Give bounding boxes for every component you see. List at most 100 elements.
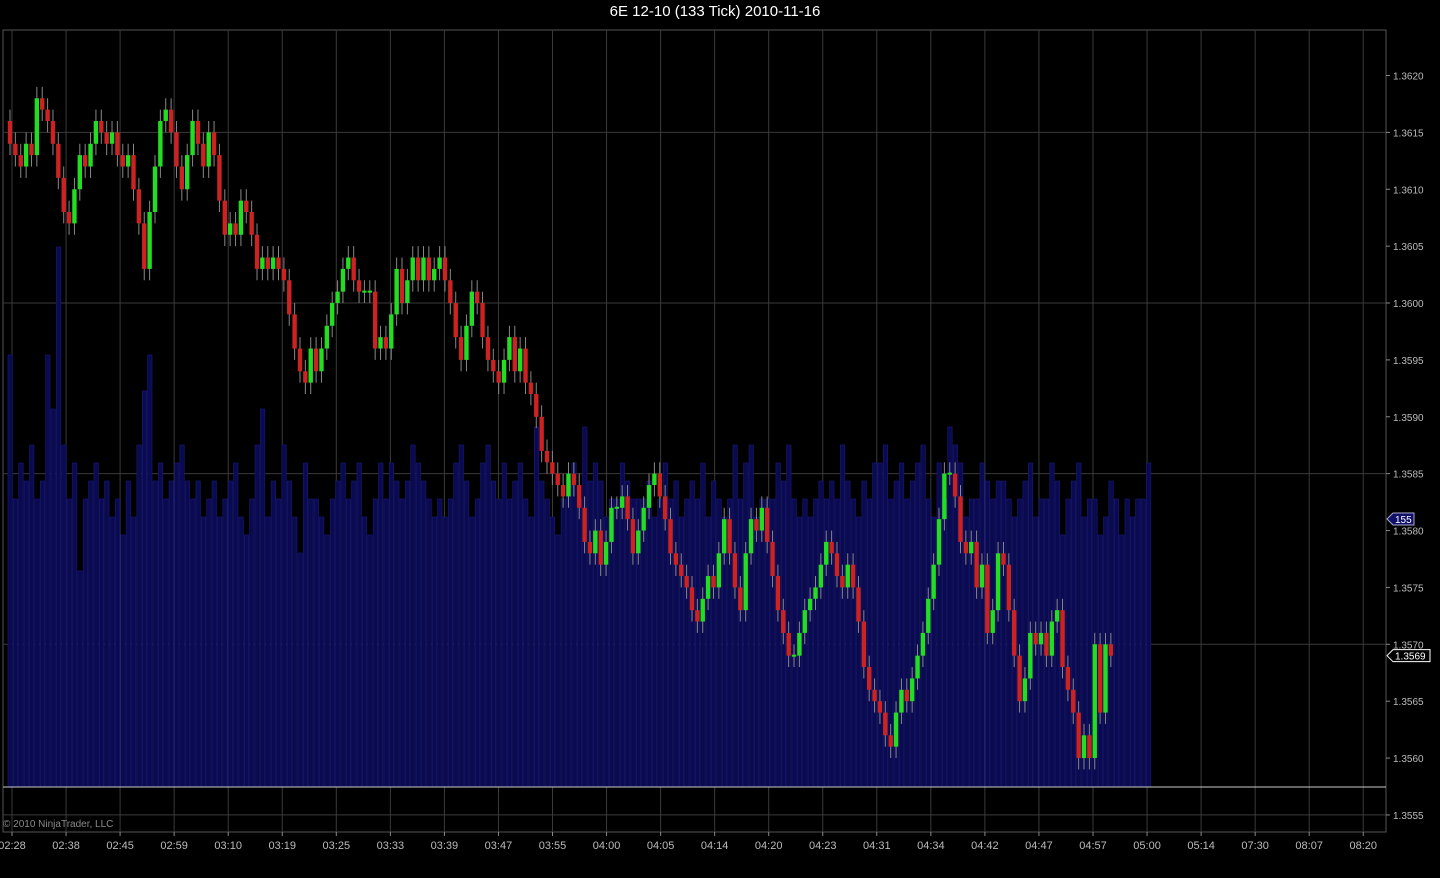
- candle-up: [77, 155, 83, 190]
- candle-up: [716, 553, 722, 588]
- volume-bar: [786, 444, 792, 788]
- volume-bar: [501, 462, 507, 788]
- volume-bar: [614, 498, 620, 788]
- volume-bar: [23, 480, 29, 788]
- candle-down: [281, 268, 287, 281]
- candle-down: [711, 576, 716, 588]
- volume-bar: [684, 498, 690, 788]
- candle-down: [131, 155, 136, 190]
- volume-bar: [866, 498, 872, 788]
- volume-bar: [72, 462, 78, 788]
- candle-down: [18, 155, 23, 167]
- volume-bar: [292, 516, 298, 788]
- x-tick-label: 02:45: [106, 840, 134, 852]
- candle-up: [109, 132, 115, 144]
- candle-up: [915, 655, 920, 679]
- volume-bar: [410, 444, 416, 788]
- candle-up: [319, 348, 324, 372]
- candle-down: [974, 541, 979, 588]
- y-tick-label: 1.3590: [1393, 413, 1424, 424]
- volume-bar: [195, 480, 201, 788]
- candle-up: [797, 632, 802, 656]
- volume-bar: [1119, 534, 1125, 788]
- candle-down: [45, 109, 50, 122]
- volume-bar: [453, 462, 459, 788]
- candle-down: [840, 576, 845, 588]
- candle-up: [931, 564, 936, 599]
- candle-up: [163, 109, 168, 122]
- candle-down: [211, 132, 217, 156]
- volume-bar: [217, 516, 223, 788]
- volume-bar: [1146, 462, 1152, 788]
- volume-bar: [141, 390, 147, 788]
- candle-up: [270, 257, 276, 269]
- y-tick-label: 1.3595: [1393, 356, 1424, 367]
- candle-up: [609, 507, 614, 542]
- y-tick-label: 1.3560: [1393, 754, 1424, 765]
- x-tick-label: 04:05: [647, 840, 675, 852]
- volume-bar: [109, 516, 115, 788]
- volume-bar: [39, 480, 45, 788]
- volume-bar: [689, 480, 695, 788]
- volume-bar: [372, 498, 378, 788]
- candle-down: [50, 121, 56, 144]
- volume-bar: [1124, 498, 1130, 788]
- candle-up: [593, 530, 598, 554]
- candlestick-chart[interactable]: 1.3620 1.3615 1.3610 1.3605 1.3600 1.3595 1.35…: [0, 0, 1440, 878]
- candle-down: [1006, 564, 1012, 611]
- x-tick-label: 04:23: [809, 840, 837, 852]
- volume-bar: [254, 444, 260, 788]
- x-tick-label: 05:00: [1133, 840, 1161, 852]
- volume-bar: [29, 444, 35, 788]
- volume-bar: [829, 480, 835, 788]
- volume-bar: [474, 498, 480, 788]
- volume-bar: [1017, 498, 1023, 788]
- volume-bar: [845, 480, 851, 788]
- volume-bar: [399, 498, 405, 788]
- x-tick-label: 04:20: [755, 840, 783, 852]
- volume-bar: [1065, 498, 1071, 788]
- volume-bar: [276, 498, 282, 788]
- volume-bar: [533, 426, 539, 788]
- candle-down: [426, 257, 432, 281]
- volume-bar: [50, 408, 56, 788]
- volume-bar: [1135, 498, 1141, 788]
- candle-up: [942, 473, 947, 520]
- volume-bar: [550, 516, 556, 788]
- candle-down: [480, 303, 485, 338]
- volume-bar: [243, 534, 249, 788]
- candle-down: [276, 257, 281, 269]
- volume-bar: [227, 480, 233, 788]
- volume-bar: [840, 444, 846, 788]
- x-tick-label: 03:33: [377, 840, 405, 852]
- candle-down: [254, 234, 260, 269]
- volume-bar: [496, 498, 502, 788]
- volume-bar: [174, 462, 180, 788]
- candle-up: [824, 541, 829, 565]
- volume-bar: [319, 516, 325, 788]
- x-tick-label: 03:19: [268, 840, 296, 852]
- candle-down: [1011, 610, 1017, 656]
- volume-bar: [448, 498, 454, 788]
- candle-up: [936, 519, 942, 565]
- volume-bar: [222, 498, 228, 788]
- candle-up: [394, 268, 399, 315]
- candle-down: [1071, 689, 1076, 713]
- candle-up: [1022, 678, 1028, 702]
- volume-bar: [115, 498, 121, 788]
- candle-down: [888, 735, 893, 747]
- candle-down: [738, 587, 743, 611]
- candle-down: [829, 541, 834, 554]
- volume-bar: [517, 462, 523, 788]
- last-price-label: 1.3569: [1395, 652, 1426, 663]
- candle-up: [705, 576, 711, 599]
- volume-bar: [1022, 480, 1028, 788]
- x-tick-label: 08:20: [1349, 840, 1377, 852]
- x-tick-label: 04:57: [1079, 840, 1107, 852]
- candle-down: [764, 507, 770, 542]
- candle-down: [115, 132, 120, 156]
- candle-up: [700, 598, 705, 622]
- volume-bar: [1054, 480, 1060, 788]
- volume-bar: [238, 516, 244, 788]
- volume-bar: [329, 498, 335, 788]
